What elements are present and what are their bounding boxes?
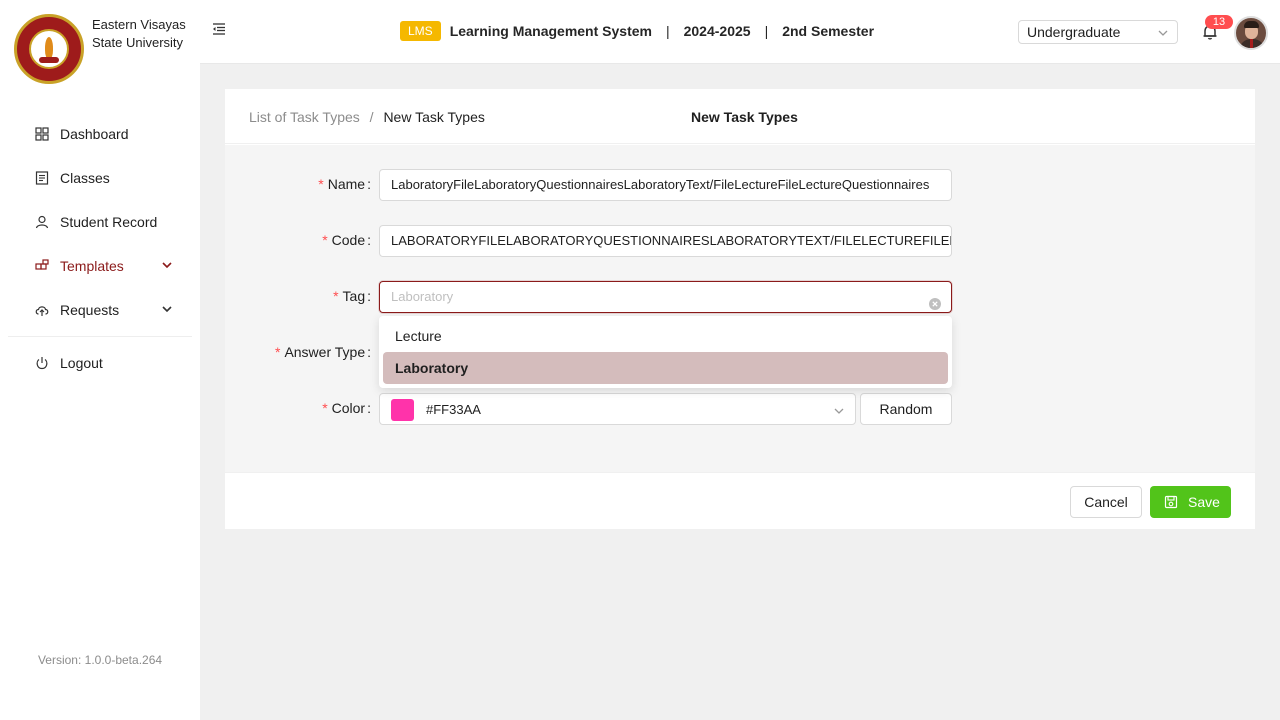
level-select[interactable]: Undergraduate: [1018, 20, 1178, 44]
page-title: New Task Types: [691, 109, 798, 125]
tag-option-lecture[interactable]: Lecture: [383, 320, 948, 352]
header-separator: |: [665, 23, 670, 39]
notification-count-badge: 13: [1205, 15, 1233, 29]
university-name: Eastern Visayas State University: [92, 16, 202, 52]
sidebar-item-label: Dashboard: [60, 126, 129, 142]
cloud-upload-icon: [34, 302, 50, 318]
sidebar-item-templates[interactable]: Templates: [8, 244, 192, 288]
form-row-name: * Name: LaboratoryFileLaboratoryQuestionn…: [225, 169, 1255, 201]
templates-icon: [34, 258, 50, 274]
task-type-form: * Name: LaboratoryFileLaboratoryQuestionn…: [225, 145, 1255, 472]
header-title-bar: LMS Learning Management System | 2024-20…: [400, 21, 874, 41]
answer-type-label: * Answer Type:: [274, 344, 371, 360]
form-row-tag: * Tag: Laboratory: [225, 281, 1255, 313]
new-task-type-card: List of Task Types / New Task Types New …: [225, 89, 1255, 529]
chevron-down-icon: [1157, 26, 1169, 38]
breadcrumb-current: New Task Types: [383, 109, 485, 125]
breadcrumb: List of Task Types / New Task Types: [249, 109, 485, 125]
top-header: LMS Learning Management System | 2024-20…: [200, 0, 1280, 64]
brand: Eastern Visayas State University: [14, 14, 186, 84]
breadcrumb-separator: /: [369, 109, 374, 125]
sidebar-item-label: Classes: [60, 170, 110, 186]
chevron-down-icon[interactable]: [160, 302, 174, 316]
sidebar-item-logout[interactable]: Logout: [8, 341, 192, 385]
header-separator: |: [764, 23, 769, 39]
cancel-button[interactable]: Cancel: [1070, 486, 1142, 518]
menu-fold-icon[interactable]: [212, 22, 232, 42]
code-label: * Code:: [322, 232, 371, 248]
sidebar-item-classes[interactable]: Classes: [8, 156, 192, 200]
color-label: * Color:: [322, 400, 371, 416]
sidebar-divider: [8, 336, 192, 337]
sidebar-item-label: Requests: [60, 302, 120, 318]
random-color-button[interactable]: Random: [860, 393, 952, 425]
power-icon: [34, 355, 50, 371]
user-icon: [34, 214, 50, 230]
color-swatch: [391, 399, 414, 421]
color-value: #FF33AA: [426, 402, 481, 417]
university-seal-logo: [14, 14, 84, 84]
level-select-value: Undergraduate: [1027, 24, 1121, 40]
chevron-down-icon: [833, 404, 845, 416]
clear-icon[interactable]: [929, 291, 941, 310]
university-name-line1: Eastern Visayas: [92, 17, 186, 32]
system-name: Learning Management System: [449, 23, 652, 39]
sidebar-item-label: Student Record: [60, 214, 158, 230]
code-input[interactable]: LABORATORYFILELABORATORYQUESTIONNAIRESLA…: [379, 225, 952, 257]
avatar[interactable]: [1234, 16, 1268, 50]
sidebar-item-requests[interactable]: Requests: [8, 288, 192, 332]
color-picker-select[interactable]: #FF33AA: [379, 393, 856, 425]
save-icon: [1164, 495, 1178, 509]
tag-label: * Tag:: [333, 288, 371, 304]
sidebar-item-label: Logout: [60, 355, 103, 371]
form-row-code: * Code: LABORATORYFILELABORATORYQUESTIONN…: [225, 225, 1255, 257]
card-header: List of Task Types / New Task Types New …: [225, 89, 1255, 144]
sidebar-item-dashboard[interactable]: Dashboard: [8, 112, 192, 156]
name-label: * Name:: [318, 176, 371, 192]
tag-select[interactable]: Laboratory: [379, 281, 952, 313]
sidebar-item-label: Templates: [60, 258, 124, 274]
sidebar-item-student-record[interactable]: Student Record: [8, 200, 192, 244]
save-label: Save: [1188, 494, 1220, 510]
sidebar: Eastern Visayas State University Dashboa…: [0, 0, 200, 720]
university-name-line2: State University: [92, 35, 184, 50]
tag-dropdown: Lecture Laboratory: [379, 316, 952, 388]
breadcrumb-link-list-of-task-types[interactable]: List of Task Types: [249, 109, 360, 125]
card-footer: Cancel Save: [225, 472, 1255, 529]
tag-select-placeholder: Laboratory: [391, 289, 454, 304]
lms-badge: LMS: [400, 21, 441, 41]
semester: 2nd Semester: [782, 23, 875, 39]
name-input[interactable]: LaboratoryFileLaboratoryQuestionnairesLa…: [379, 169, 952, 201]
tag-option-laboratory[interactable]: Laboratory: [383, 352, 948, 384]
save-button[interactable]: Save: [1150, 486, 1231, 518]
form-row-color: * Color: #FF33AA Random: [225, 393, 1255, 425]
list-icon: [34, 170, 50, 186]
grid-icon: [34, 126, 50, 142]
chevron-down-icon[interactable]: [160, 258, 174, 272]
school-year: 2024-2025: [683, 23, 751, 39]
sidebar-menu: Dashboard Classes Student Record Templat…: [8, 112, 192, 385]
version-text: Version: 1.0.0-beta.264: [37, 653, 163, 667]
